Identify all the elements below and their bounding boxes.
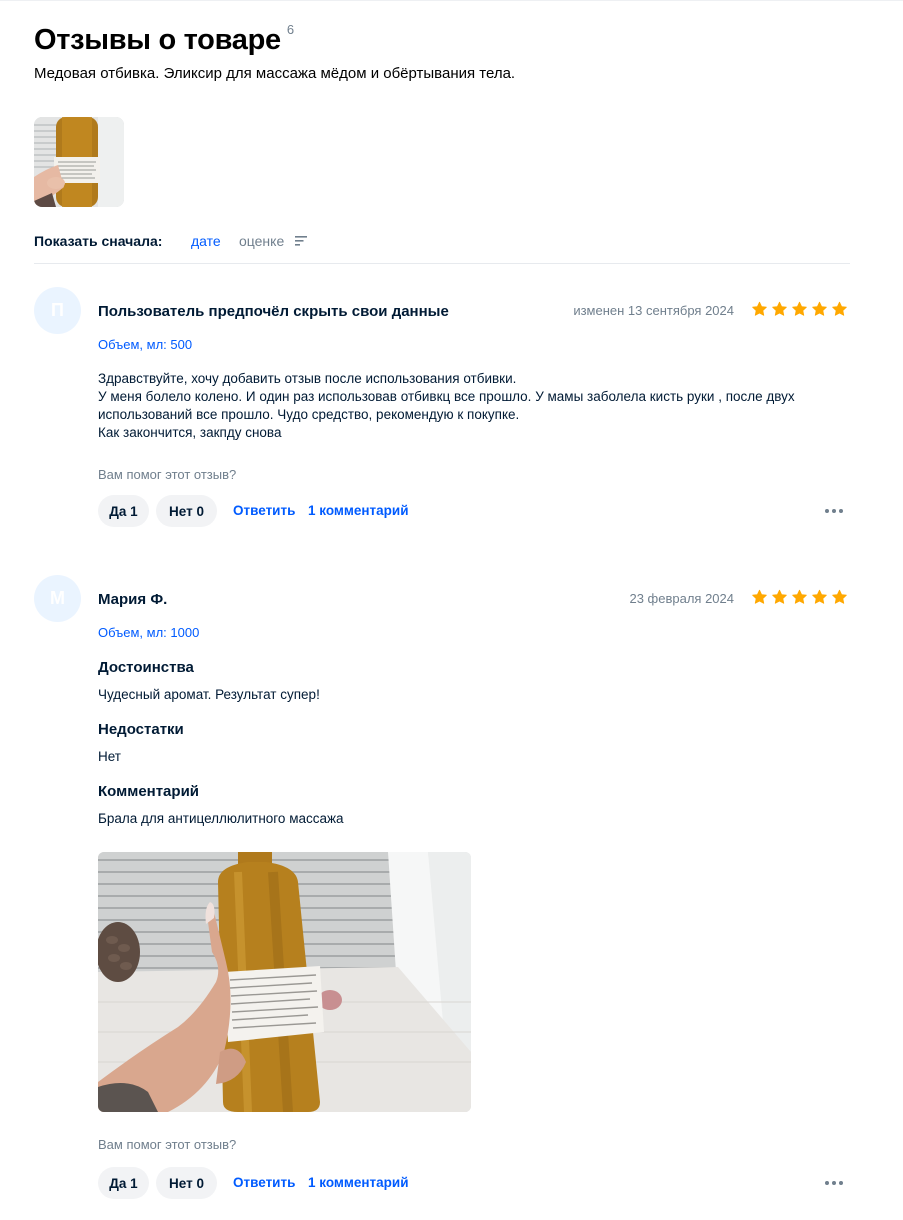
rating-stars bbox=[751, 589, 848, 605]
sort-lines-icon[interactable] bbox=[295, 236, 307, 246]
helpful-question: Вам помог этот отзыв? bbox=[98, 1137, 237, 1152]
helpful-question: Вам помог этот отзыв? bbox=[98, 467, 237, 482]
star-icon bbox=[752, 301, 767, 316]
review-count-badge: 6 bbox=[286, 22, 294, 38]
star-icon bbox=[832, 589, 847, 604]
avatar: П bbox=[34, 287, 81, 334]
review-text-line: У меня болело колено. И один раз использ… bbox=[98, 389, 795, 404]
review-card: П Пользователь предпочёл скрыть свои дан… bbox=[34, 287, 850, 537]
bottle-photo-image bbox=[98, 852, 471, 1112]
review-text-line: Здравствуйте, хочу добавить отзыв после … bbox=[98, 371, 517, 386]
review-variant: Объем, мл: 1000 bbox=[98, 625, 200, 640]
product-name: Медовая отбивка. Эликсир для массажа мёд… bbox=[34, 65, 516, 82]
review-variant: Объем, мл: 500 bbox=[98, 337, 193, 352]
helpful-yes-button[interactable]: Да 1 bbox=[98, 495, 149, 527]
pros-text: Чудесный аромат. Результат супер! bbox=[98, 687, 320, 702]
review-card: М Мария Ф. 23 февраля 2024 Объем, мл: 10… bbox=[34, 575, 850, 1215]
avatar: М bbox=[34, 575, 81, 622]
sort-bar: Показать сначала: дате оценке bbox=[34, 232, 850, 264]
review-text: Здравствуйте, хочу добавить отзыв после … bbox=[98, 370, 818, 442]
star-icon bbox=[772, 301, 787, 316]
comment-heading: Комментарий bbox=[98, 783, 200, 800]
sort-label: Показать сначала: bbox=[34, 233, 163, 249]
more-dots-icon[interactable] bbox=[824, 508, 844, 514]
star-icon bbox=[792, 589, 807, 604]
review-date: 23 февраля 2024 bbox=[629, 591, 734, 606]
cons-text: Нет bbox=[98, 749, 121, 764]
top-divider bbox=[0, 0, 903, 1]
star-icon bbox=[832, 301, 847, 316]
gallery-photo-thumbnail[interactable] bbox=[34, 117, 124, 207]
reply-link[interactable]: Ответить bbox=[233, 503, 295, 518]
review-text-line: использований все прошло. Чудо средство,… bbox=[98, 407, 520, 422]
page-title: Отзывы о товаре 6 bbox=[34, 22, 294, 56]
review-actions: Да 1 Нет 0 Ответить 1 комментарий bbox=[98, 495, 850, 527]
review-author: Мария Ф. bbox=[98, 591, 168, 608]
pros-heading: Достоинства bbox=[98, 659, 194, 676]
comment-text: Брала для антицеллюлитного массажа bbox=[98, 811, 344, 826]
sort-by-date-link[interactable]: дате bbox=[191, 233, 221, 249]
helpful-no-button[interactable]: Нет 0 bbox=[156, 495, 217, 527]
review-actions: Да 1 Нет 0 Ответить 1 комментарий bbox=[98, 1167, 850, 1199]
star-icon bbox=[812, 301, 827, 316]
more-dots-icon[interactable] bbox=[824, 1180, 844, 1186]
star-icon bbox=[772, 589, 787, 604]
reply-link[interactable]: Ответить bbox=[233, 1175, 295, 1190]
review-text-line: Как закончится, закпду снова bbox=[98, 425, 282, 440]
helpful-no-button[interactable]: Нет 0 bbox=[156, 1167, 217, 1199]
review-photo[interactable] bbox=[98, 852, 471, 1112]
helpful-yes-button[interactable]: Да 1 bbox=[98, 1167, 149, 1199]
comments-link[interactable]: 1 комментарий bbox=[308, 503, 409, 518]
star-icon bbox=[752, 589, 767, 604]
review-author: Пользователь предпочёл скрыть свои данны… bbox=[98, 303, 449, 320]
comments-link[interactable]: 1 комментарий bbox=[308, 1175, 409, 1190]
review-date: изменен 13 сентября 2024 bbox=[573, 303, 734, 318]
rating-stars bbox=[751, 301, 848, 317]
sort-by-rating-link[interactable]: оценке bbox=[239, 233, 284, 249]
cons-heading: Недостатки bbox=[98, 721, 184, 738]
star-icon bbox=[812, 589, 827, 604]
star-icon bbox=[792, 301, 807, 316]
bottle-photo-image bbox=[34, 117, 124, 207]
